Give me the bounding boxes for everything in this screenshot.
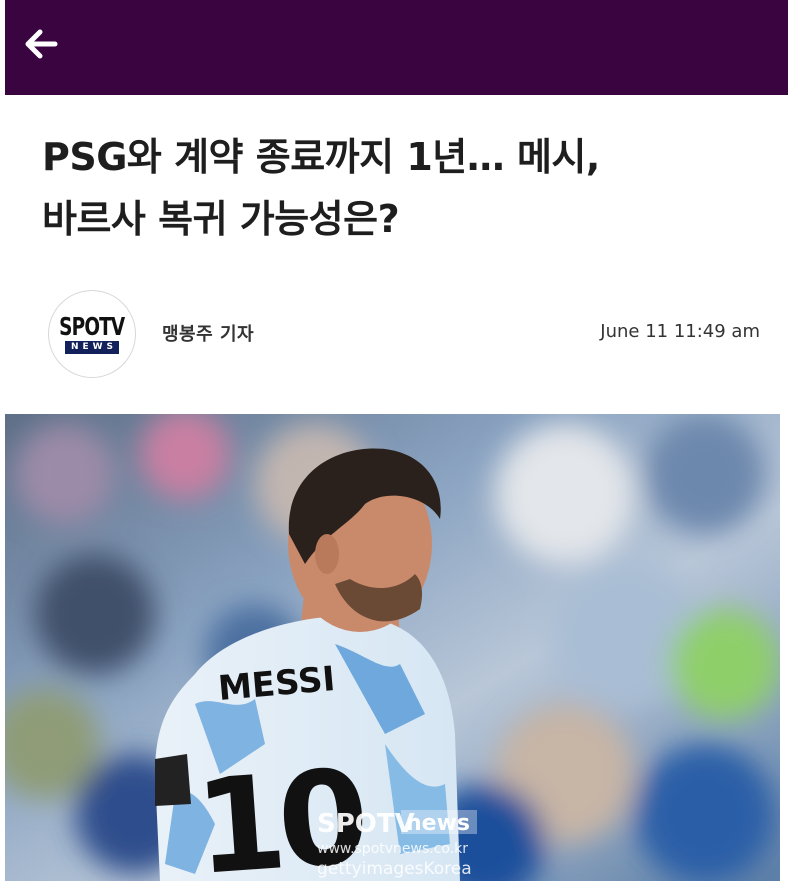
reporter-name[interactable]: 맹봉주 기자 <box>162 320 254 346</box>
source-logo-wordmark: SPOTV <box>59 312 125 341</box>
photo-watermark: SPOTV news www.spotvnews.co.kr gettyimag… <box>317 809 477 879</box>
watermark-credit: gettyimagesKorea <box>317 859 472 879</box>
source-logo-subtitle: NEWS <box>64 341 120 354</box>
article-title: PSG와 계약 종료까지 1년… 메시, 바르사 복귀 가능성은? <box>42 126 742 250</box>
source-logo[interactable]: SPOTV NEWS <box>48 290 136 378</box>
article-page: PSG와 계약 종료까지 1년… 메시, 바르사 복귀 가능성은? SPOTV … <box>0 0 788 881</box>
arrow-left-icon <box>25 29 58 59</box>
article-title-line-2: 바르사 복귀 가능성은? <box>42 197 400 241</box>
publish-time: June 11 11:49 am <box>600 321 760 342</box>
back-button[interactable] <box>19 24 63 64</box>
watermark-brand: SPOTV <box>317 809 415 839</box>
watermark-news: news <box>406 811 470 836</box>
top-app-bar <box>5 0 788 95</box>
byline: SPOTV NEWS 맹봉주 기자 June 11 11:49 am <box>0 288 788 378</box>
article-photo[interactable]: MESSI 10 SPOTV news www.spotvnews.co.kr … <box>5 414 780 881</box>
article-title-line-1: PSG와 계약 종료까지 1년… 메시, <box>42 135 600 179</box>
watermark-url: www.spotvnews.co.kr <box>317 841 468 857</box>
article-photo-image: MESSI 10 SPOTV news www.spotvnews.co.kr … <box>5 414 780 881</box>
